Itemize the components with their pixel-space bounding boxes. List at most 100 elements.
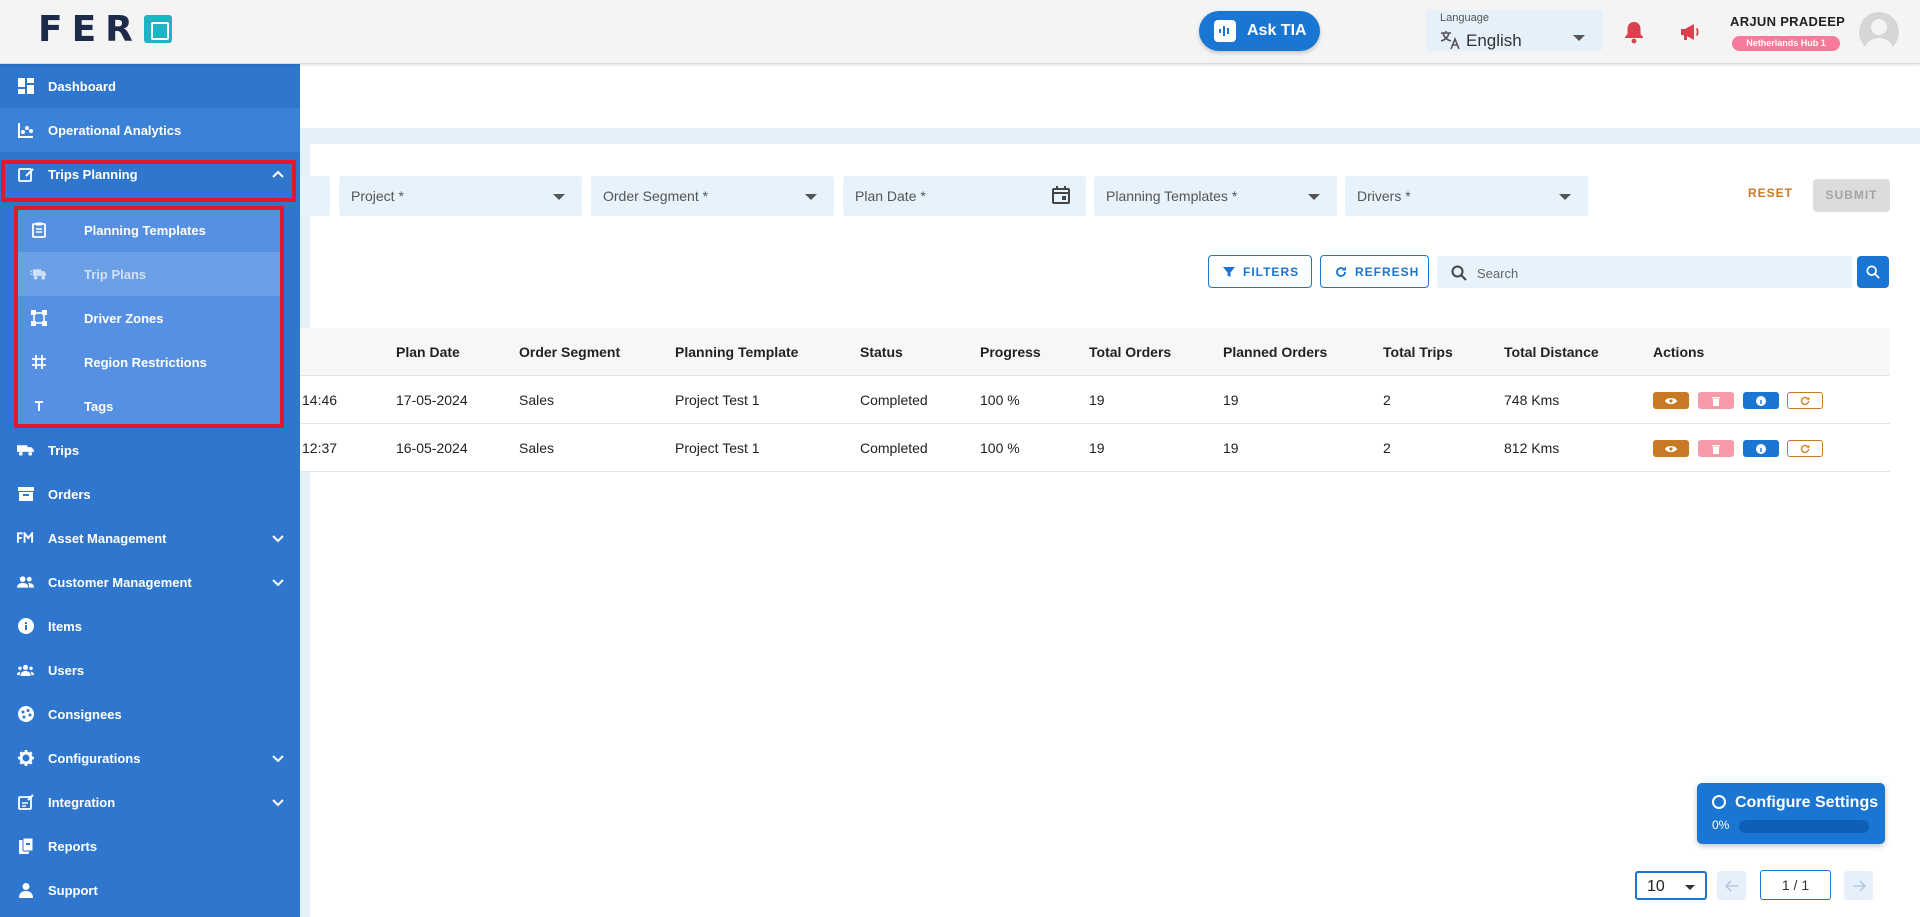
sidebar-item-trips[interactable]: Trips <box>0 428 300 472</box>
sidebar-item-label: Integration <box>48 794 116 810</box>
translate-icon <box>1439 30 1461 55</box>
sidebar-item-integration[interactable]: Integration <box>0 780 300 824</box>
view-button[interactable] <box>1653 392 1689 409</box>
sidebar-item-orders[interactable]: Orders <box>0 472 300 516</box>
tag-t-icon <box>30 398 47 415</box>
language-select[interactable]: Language English <box>1426 10 1603 51</box>
partial-filter-field[interactable] <box>300 176 330 216</box>
replan-button[interactable] <box>1787 440 1823 457</box>
sidebar-item-label: Trips <box>48 442 80 458</box>
plan-date-field[interactable]: Plan Date * <box>843 176 1086 216</box>
sidebar-item-configurations[interactable]: Configurations <box>0 736 300 780</box>
info-button[interactable] <box>1743 440 1779 457</box>
progress-cell: 100 % <box>980 392 1020 408</box>
delete-button[interactable] <box>1698 440 1734 457</box>
replan-button[interactable] <box>1787 392 1823 409</box>
refresh-button[interactable]: REFRESH <box>1320 255 1429 288</box>
chevron-down-icon <box>1685 885 1695 890</box>
avatar[interactable] <box>1859 12 1899 52</box>
column-header[interactable]: Planned Orders <box>1223 344 1327 360</box>
filters-button[interactable]: FILTERS <box>1208 255 1312 288</box>
table-row[interactable]: 12:37 16-05-2024 Sales Project Test 1 Co… <box>300 424 1890 472</box>
sidebar-item-label: Customer Management <box>48 574 192 590</box>
sidebar-subitem-label: Planning Templates <box>84 222 206 238</box>
drivers-select[interactable]: Drivers * <box>1345 176 1588 216</box>
order-segment-cell: Sales <box>519 440 555 456</box>
info-button[interactable] <box>1743 392 1779 409</box>
column-header[interactable]: Plan Date <box>396 344 460 360</box>
drivers-placeholder: Drivers * <box>1357 188 1411 204</box>
sidebar-item-consignees[interactable]: Consignees <box>0 692 300 736</box>
sidebar-item-customer-management[interactable]: Customer Management <box>0 560 300 604</box>
next-page-button[interactable] <box>1844 871 1873 900</box>
megaphone-icon[interactable] <box>1678 20 1702 44</box>
notification-bell-icon[interactable] <box>1623 20 1645 44</box>
refresh-icon <box>1335 266 1347 278</box>
planning-templates-select[interactable]: Planning Templates * <box>1094 176 1337 216</box>
order-segment-select[interactable]: Order Segment * <box>591 176 834 216</box>
plan-date-cell: 16-05-2024 <box>396 440 468 456</box>
plan-date-cell: 17-05-2024 <box>396 392 468 408</box>
refresh-label: REFRESH <box>1355 264 1420 279</box>
sidebar-subitem-region-restrictions[interactable]: Region Restrictions <box>18 340 282 384</box>
sidebar-item-trips-planning[interactable]: Trips Planning <box>0 152 300 196</box>
truck-fast-icon <box>30 266 47 283</box>
column-header[interactable]: Total Orders <box>1089 344 1171 360</box>
page-size-select[interactable]: 10 <box>1635 871 1707 900</box>
delete-button[interactable] <box>1698 392 1734 409</box>
calendar-icon[interactable] <box>1051 185 1073 207</box>
order-segment-placeholder: Order Segment * <box>603 188 709 204</box>
sidebar-item-label: Users <box>48 662 85 678</box>
sidebar-subitem-trip-plans[interactable]: Trip Plans <box>18 252 282 296</box>
configure-settings-widget[interactable]: Configure Settings 0% <box>1697 783 1885 844</box>
planning-templates-placeholder: Planning Templates * <box>1106 188 1238 204</box>
fm-icon <box>17 530 34 547</box>
sidebar-subitem-label: Region Restrictions <box>84 354 207 370</box>
sidebar-subitem-tags[interactable]: Tags <box>18 384 282 428</box>
circle-icon <box>1712 795 1726 809</box>
column-header[interactable]: Planning Template <box>675 344 798 360</box>
truck-icon <box>17 442 34 459</box>
total-distance-cell: 812 Kms <box>1504 440 1560 456</box>
reset-button[interactable]: RESET <box>1748 186 1793 200</box>
column-header[interactable]: Order Segment <box>519 344 620 360</box>
table-row[interactable]: 14:46 17-05-2024 Sales Project Test 1 Co… <box>300 376 1890 424</box>
search-button[interactable] <box>1857 256 1889 288</box>
project-select[interactable]: Project * <box>339 176 582 216</box>
planning-template-cell: Project Test 1 <box>675 440 760 456</box>
sidebar-item-items[interactable]: Items <box>0 604 300 648</box>
column-header[interactable]: Progress <box>980 344 1041 360</box>
search-icon <box>1866 265 1880 279</box>
sidebar-item-label: Reports <box>48 838 98 854</box>
logo-o-icon <box>143 15 172 43</box>
sidebar-item-support[interactable]: Support <box>0 868 300 912</box>
submit-button[interactable]: SUBMIT <box>1813 179 1890 212</box>
view-button[interactable] <box>1653 440 1689 457</box>
sidebar-item-users[interactable]: Users <box>0 648 300 692</box>
search-field[interactable] <box>1437 256 1852 288</box>
created-time-cell: 14:46 <box>302 392 338 408</box>
chevron-down-icon <box>270 530 286 546</box>
eye-icon <box>1665 445 1677 452</box>
sidebar-item-reports[interactable]: Reports <box>0 824 300 868</box>
column-header[interactable]: Total Trips <box>1383 344 1453 360</box>
planned-orders-cell: 19 <box>1223 392 1239 408</box>
prev-page-button[interactable] <box>1717 871 1746 900</box>
info-icon <box>1756 395 1766 406</box>
trips-planning-icon <box>17 166 34 183</box>
sidebar-item-asset-management[interactable]: Asset Management <box>0 516 300 560</box>
language-value: English <box>1466 31 1522 50</box>
search-input[interactable] <box>1477 263 1837 283</box>
sidebar-item-label: Trips Planning <box>48 166 138 182</box>
column-header[interactable]: Status <box>860 344 903 360</box>
sidebar-subitem-driver-zones[interactable]: Driver Zones <box>18 296 282 340</box>
sidebar-subitem-planning-templates[interactable]: Planning Templates <box>18 208 282 252</box>
sidebar-item-label: Asset Management <box>48 530 167 546</box>
sidebar-item-dashboard[interactable]: Dashboard <box>0 64 300 108</box>
ask-tia-button[interactable]: Ask TIA <box>1199 11 1320 51</box>
fero-logo[interactable]: FER <box>38 9 172 50</box>
sidebar-item-label: Support <box>48 882 98 898</box>
sidebar-item-operational-analytics[interactable]: Operational Analytics <box>0 108 300 152</box>
column-header[interactable]: Total Distance <box>1504 344 1599 360</box>
hub-badge: Netherlands Hub 1 <box>1732 36 1840 51</box>
